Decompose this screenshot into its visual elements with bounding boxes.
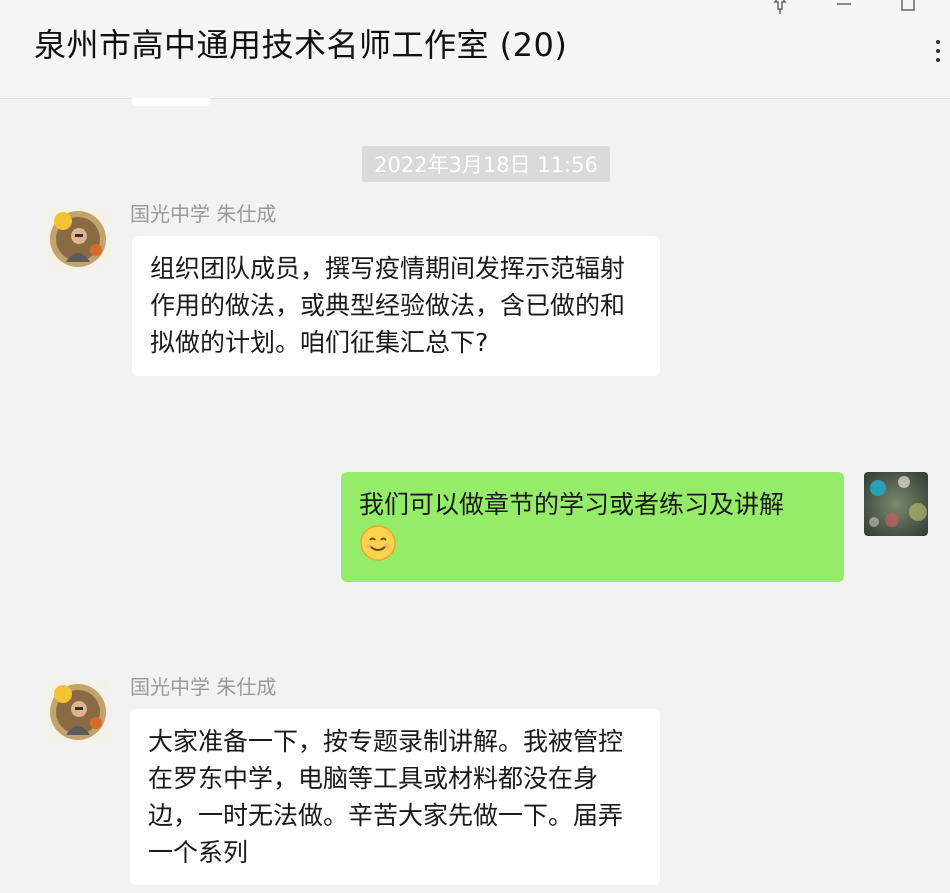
chat-title: 泉州市高中通用技术名师工作室 (20) <box>34 26 568 64</box>
message-bubble-self[interactable]: 我们可以做章节的学习或者练习及讲解 <box>341 472 844 582</box>
avatar[interactable] <box>46 679 110 743</box>
pin-icon[interactable] <box>768 0 792 16</box>
previous-message-bubble <box>132 98 210 106</box>
message-text: 组织团队成员，撰写疫情期间发挥示范辐射作用的做法，或典型经验做法，含已做的和拟做… <box>150 254 626 357</box>
message-text: 大家准备一下，按专题录制讲解。我被管控在罗东中学，电脑等工具或材料都没在身边，一… <box>148 727 624 867</box>
smiling-face-emoji <box>359 524 397 562</box>
message-bubble[interactable]: 大家准备一下，按专题录制讲解。我被管控在罗东中学，电脑等工具或材料都没在身边，一… <box>130 709 660 885</box>
maximize-icon[interactable] <box>896 0 920 16</box>
sender-name: 国光中学 朱仕成 <box>130 202 277 226</box>
avatar-self[interactable] <box>864 472 928 536</box>
avatar[interactable] <box>46 206 110 270</box>
window-controls <box>768 0 920 16</box>
message-bubble[interactable]: 组织团队成员，撰写疫情期间发挥示范辐射作用的做法，或典型经验做法，含已做的和拟做… <box>132 236 660 376</box>
message-text: 我们可以做章节的学习或者练习及讲解 <box>359 490 785 519</box>
sender-name: 国光中学 朱仕成 <box>130 675 277 699</box>
minimize-icon[interactable] <box>832 0 856 16</box>
more-icon[interactable] <box>934 36 942 66</box>
chat-window: 泉州市高中通用技术名师工作室 (20) 2022年3月18日 11:56 国光中… <box>0 0 950 893</box>
chat-header: 泉州市高中通用技术名师工作室 (20) <box>0 0 950 99</box>
message-timestamp: 2022年3月18日 11:56 <box>362 146 610 182</box>
